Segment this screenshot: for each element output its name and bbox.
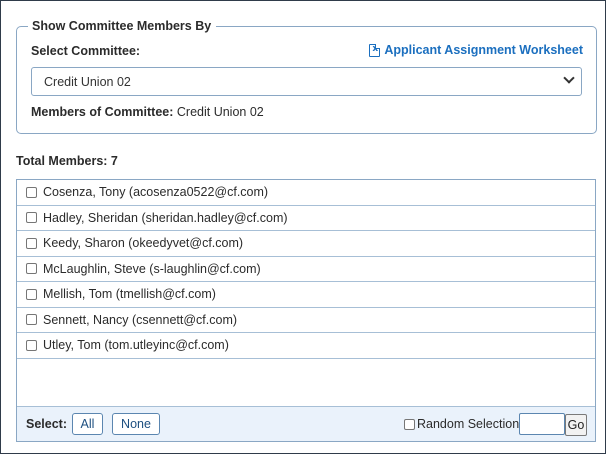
selection-footer: Select: All None Random Selection Go (17, 406, 595, 441)
member-label: McLaughlin, Steve (s-laughlin@cf.com) (43, 261, 261, 276)
member-label: Sennett, Nancy (csennett@cf.com) (43, 312, 238, 327)
members-of-committee: Members of Committee: Credit Union 02 (31, 105, 264, 119)
member-checkbox[interactable] (26, 186, 37, 198)
member-list: Cosenza, Tony (acosenza0522@cf.com) Hadl… (17, 180, 595, 359)
chevron-down-icon (563, 72, 575, 84)
go-button[interactable]: Go (565, 414, 587, 436)
member-row[interactable]: Cosenza, Tony (acosenza0522@cf.com) (17, 180, 595, 206)
total-members: Total Members: 7 (16, 154, 118, 168)
committee-select[interactable]: Credit Union 02 (31, 67, 582, 96)
select-label: Select: (26, 417, 67, 431)
member-row[interactable]: Keedy, Sharon (okeedyvet@cf.com) (17, 231, 595, 257)
member-list-panel: Cosenza, Tony (acosenza0522@cf.com) Hadl… (16, 179, 596, 442)
member-checkbox[interactable] (26, 339, 37, 351)
member-checkbox[interactable] (26, 237, 37, 249)
select-all-button[interactable]: All (72, 413, 103, 435)
member-row[interactable]: McLaughlin, Steve (s-laughlin@cf.com) (17, 257, 595, 282)
excel-icon (369, 43, 381, 57)
committee-fieldset: Show Committee Members By Select Committ… (16, 17, 597, 134)
member-label: Cosenza, Tony (acosenza0522@cf.com) (43, 185, 269, 200)
member-checkbox[interactable] (26, 212, 37, 224)
select-none-button[interactable]: None (112, 413, 160, 435)
random-selection-toggle[interactable]: Random Selection (404, 417, 519, 431)
member-row[interactable]: Hadley, Sheridan (sheridan.hadley@cf.com… (17, 206, 595, 231)
select-committee-label: Select Committee: (31, 44, 141, 58)
random-selection-checkbox[interactable] (404, 418, 415, 430)
member-row[interactable]: Mellish, Tom (tmellish@cf.com) (17, 282, 595, 308)
member-checkbox[interactable] (26, 288, 37, 300)
member-row[interactable]: Sennett, Nancy (csennett@cf.com) (17, 308, 595, 333)
committee-select-value: Credit Union 02 (44, 74, 131, 89)
member-label: Utley, Tom (tom.utleyinc@cf.com) (43, 338, 229, 353)
member-label: Keedy, Sharon (okeedyvet@cf.com) (43, 236, 244, 251)
worksheet-link-label: Applicant Assignment Worksheet (384, 43, 583, 57)
fieldset-legend: Show Committee Members By (28, 17, 217, 35)
random-count-input[interactable] (519, 413, 565, 435)
member-label: Hadley, Sheridan (sheridan.hadley@cf.com… (43, 210, 288, 225)
applicant-assignment-worksheet-link[interactable]: Applicant Assignment Worksheet (369, 43, 583, 57)
members-of-committee-label: Members of Committee: (31, 105, 174, 119)
random-selection-label: Random Selection (417, 417, 520, 431)
member-row[interactable]: Utley, Tom (tom.utleyinc@cf.com) (17, 333, 595, 359)
member-label: Mellish, Tom (tmellish@cf.com) (43, 287, 216, 302)
committee-members-panel: Show Committee Members By Select Committ… (0, 0, 606, 454)
members-of-committee-value: Credit Union 02 (176, 105, 264, 119)
member-checkbox[interactable] (26, 314, 37, 326)
member-checkbox[interactable] (26, 263, 37, 275)
